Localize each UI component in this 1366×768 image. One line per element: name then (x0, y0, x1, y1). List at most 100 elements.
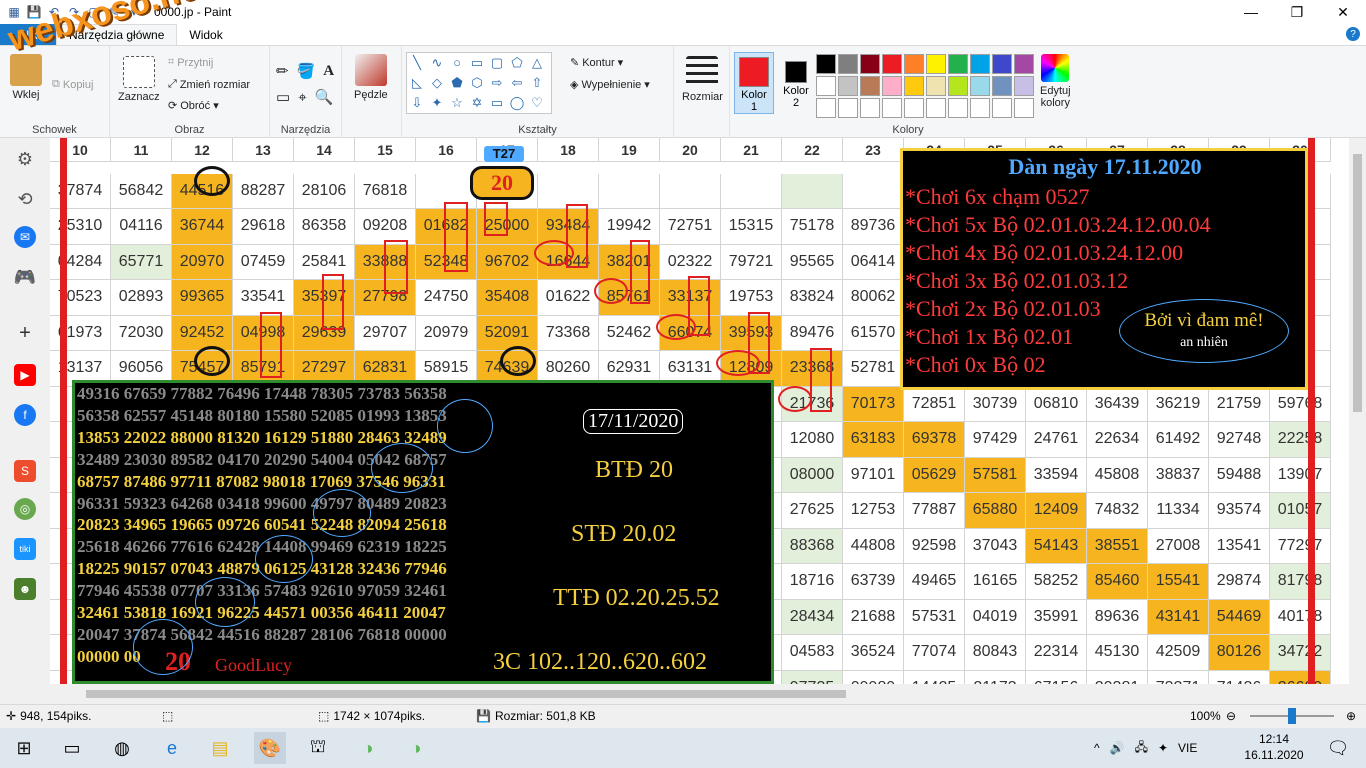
palette-swatch[interactable] (926, 76, 946, 96)
palette-swatch[interactable] (816, 54, 836, 74)
coc-coc-icon[interactable]: ◑ (352, 732, 384, 764)
pentagon-shape-icon[interactable]: ⬟ (447, 73, 467, 93)
diamond-shape-icon[interactable]: ◇ (427, 73, 447, 93)
palette-swatch[interactable] (882, 54, 902, 74)
horizontal-scroll-thumb[interactable] (86, 690, 846, 698)
notifications-icon[interactable]: 🗨 (1322, 732, 1354, 764)
palette-swatch[interactable] (970, 98, 990, 118)
close-icon[interactable]: ✕ (1320, 0, 1366, 24)
palette-swatch[interactable] (838, 98, 858, 118)
pencil-icon[interactable]: ✏ (276, 62, 289, 80)
fill-button[interactable]: ◈ Wypełnienie ▾ (570, 78, 650, 92)
history-icon[interactable]: ⟲ (14, 188, 36, 210)
rounded-rect-shape-icon[interactable]: ▢ (487, 53, 507, 73)
horizontal-scrollbar[interactable] (0, 684, 1366, 704)
palette-swatch[interactable] (948, 54, 968, 74)
tiki-icon[interactable]: tiki (14, 538, 36, 560)
color-picker-icon[interactable]: ⌖ (298, 89, 306, 106)
facebook-icon[interactable]: f (14, 404, 36, 426)
resize-button[interactable]: ⤢ Zmień rozmiar (168, 78, 250, 91)
palette-swatch[interactable] (1014, 76, 1034, 96)
rectangle-shape-icon[interactable]: ▭ (467, 53, 487, 73)
outline-button[interactable]: ✎ Kontur ▾ (570, 56, 623, 70)
line-shape-icon[interactable]: ╲ (407, 53, 427, 73)
app-globe-icon[interactable]: ◍ (106, 732, 138, 764)
game-controller-icon[interactable]: 🎮 (14, 266, 36, 288)
network-icon[interactable]: 🖧 (1135, 738, 1148, 759)
add-icon[interactable]: + (14, 322, 36, 344)
minimize-icon[interactable]: — (1228, 0, 1274, 24)
color2-button[interactable]: Kolor 2 (776, 52, 816, 114)
shapes-gallery[interactable]: ╲ ∿ ○ ▭ ▢ ⬠ △ ◺ ◇ ⬟ ⬡ ⇨ ⇦ ⇧ ⇩ ✦ ☆ ✡ ▭ ◯ ♡ (406, 52, 552, 114)
palette-swatch[interactable] (992, 54, 1012, 74)
store-icon[interactable]: ⛫ (302, 732, 334, 764)
right-triangle-shape-icon[interactable]: ◺ (407, 73, 427, 93)
palette-swatch[interactable] (970, 76, 990, 96)
green-app-icon[interactable]: ◎ (14, 498, 36, 520)
palette-swatch[interactable] (926, 54, 946, 74)
tab-view[interactable]: Widok (177, 24, 234, 45)
rotate-button[interactable]: ⟳ Obróć ▾ (168, 99, 219, 113)
edit-colors-button[interactable]: Edytuj kolory (1040, 54, 1071, 109)
shopee-icon[interactable]: S (14, 460, 36, 482)
palette-swatch[interactable] (926, 98, 946, 118)
triangle-shape-icon[interactable]: △ (527, 53, 547, 73)
palette-swatch[interactable] (882, 76, 902, 96)
paste-button[interactable]: Wklej (10, 54, 42, 101)
arrow-up-shape-icon[interactable]: ⇧ (527, 73, 547, 93)
palette-swatch[interactable] (992, 98, 1012, 118)
magnifier-icon[interactable]: 🔍 (315, 88, 334, 106)
vertical-scroll-thumb[interactable] (1353, 154, 1362, 412)
vertical-scrollbar[interactable] (1349, 138, 1366, 684)
palette-swatch[interactable] (1014, 54, 1034, 74)
pasted-image[interactable]: 1011121314151617181920212223242526272829… (50, 138, 1350, 684)
hexagon-shape-icon[interactable]: ⬡ (467, 73, 487, 93)
palette-swatch[interactable] (860, 76, 880, 96)
coc-coc-2-icon[interactable]: ◑ (400, 732, 432, 764)
fill-icon[interactable]: 🪣 (297, 62, 316, 80)
eraser-icon[interactable]: ▭ (276, 88, 290, 106)
hulk-game-icon[interactable]: ☻ (14, 578, 36, 600)
callout-rect-shape-icon[interactable]: ▭ (487, 93, 507, 113)
curve-shape-icon[interactable]: ∿ (427, 53, 447, 73)
palette-swatch[interactable] (860, 54, 880, 74)
palette-swatch[interactable] (1014, 98, 1034, 118)
help-icon[interactable]: ? (1346, 27, 1360, 41)
palette-swatch[interactable] (970, 54, 990, 74)
windows-start-icon[interactable]: ⊞ (8, 732, 40, 764)
brushes-button[interactable]: Pędzle (354, 54, 388, 101)
star5-shape-icon[interactable]: ☆ (447, 93, 467, 113)
volume-icon[interactable]: 🔊 (1110, 741, 1125, 755)
input-method-icon[interactable]: ✦ (1158, 741, 1168, 755)
heart-shape-icon[interactable]: ♡ (527, 93, 547, 113)
select-button[interactable]: Zaznacz (118, 56, 160, 103)
palette-swatch[interactable] (860, 98, 880, 118)
star4-shape-icon[interactable]: ✦ (427, 93, 447, 113)
paint-taskbar-icon[interactable]: 🎨 (254, 732, 286, 764)
maximize-icon[interactable]: ❐ (1274, 0, 1320, 24)
palette-swatch[interactable] (816, 98, 836, 118)
oval-shape-icon[interactable]: ○ (447, 53, 467, 73)
zoom-in-icon[interactable]: ⊕ (1346, 709, 1356, 723)
task-view-icon[interactable]: ▭ (56, 732, 88, 764)
palette-swatch[interactable] (838, 54, 858, 74)
arrow-left-shape-icon[interactable]: ⇦ (507, 73, 527, 93)
zoom-slider-thumb[interactable] (1288, 708, 1296, 724)
copy-button[interactable]: ⧉ Kopiuj (52, 78, 93, 91)
clock[interactable]: 12:14 16.11.2020 (1244, 731, 1304, 763)
palette-swatch[interactable] (838, 76, 858, 96)
palette-swatch[interactable] (992, 76, 1012, 96)
palette-swatch[interactable] (948, 76, 968, 96)
arrow-down-shape-icon[interactable]: ⇩ (407, 93, 427, 113)
palette-swatch[interactable] (904, 54, 924, 74)
youtube-icon[interactable]: ▶ (14, 364, 36, 386)
palette-swatch[interactable] (882, 98, 902, 118)
arrow-right-shape-icon[interactable]: ⇨ (487, 73, 507, 93)
callout-oval-shape-icon[interactable]: ◯ (507, 93, 527, 113)
language-indicator[interactable]: VIE (1178, 741, 1197, 755)
zoom-out-icon[interactable]: ⊖ (1226, 709, 1236, 723)
palette-swatch[interactable] (816, 76, 836, 96)
messenger-icon[interactable]: ✉ (14, 226, 36, 248)
settings-gear-icon[interactable]: ⚙ (14, 148, 36, 170)
polygon-shape-icon[interactable]: ⬠ (507, 53, 527, 73)
